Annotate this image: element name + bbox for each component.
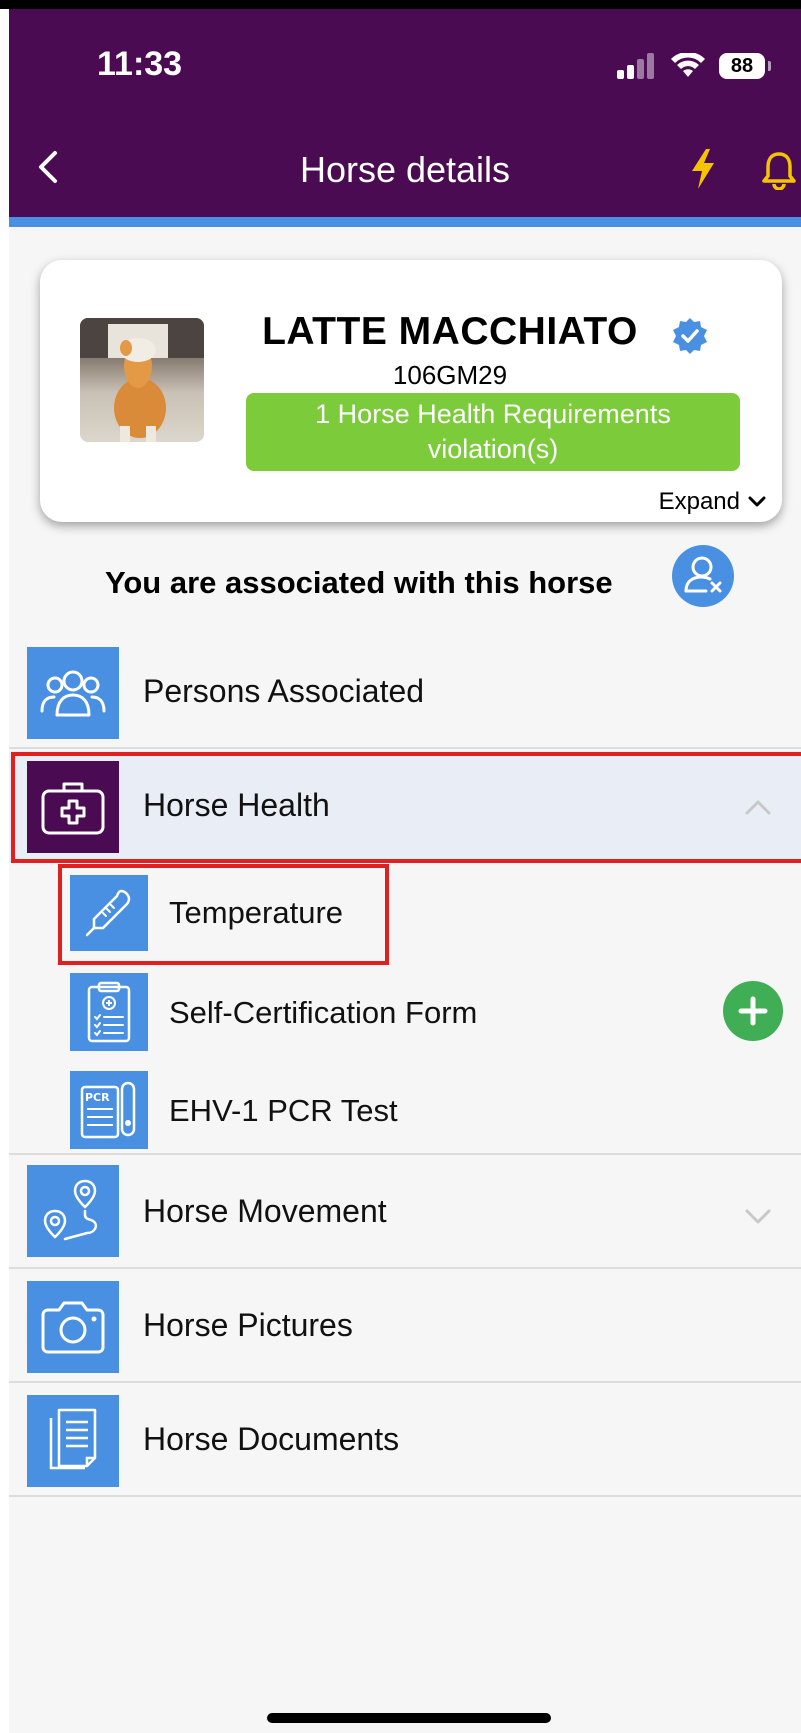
home-indicator bbox=[267, 1713, 551, 1723]
pictures-label: Horse Pictures bbox=[143, 1307, 353, 1343]
expand-label: Expand bbox=[658, 488, 740, 515]
remove-association-button[interactable] bbox=[672, 545, 734, 607]
association-text: You are associated with this horse bbox=[105, 565, 613, 600]
screen: 11:33 88 Horse details LATTE MACCHIATO 1… bbox=[9, 9, 801, 1733]
user-remove-icon bbox=[684, 556, 722, 593]
documents-icon bbox=[49, 1408, 97, 1470]
route-pin-icon bbox=[43, 1179, 98, 1241]
health-label: Horse Health bbox=[143, 787, 330, 823]
chevron-up-icon[interactable] bbox=[744, 797, 772, 817]
self-cert-icon-box bbox=[70, 973, 148, 1051]
health-violation-badge[interactable]: 1 Horse Health Requirements violation(s) bbox=[246, 393, 740, 471]
health-icon-box bbox=[27, 761, 119, 853]
horse-photo[interactable] bbox=[80, 318, 204, 442]
horse-name: LATTE MACCHIATO bbox=[262, 310, 638, 353]
persons-icon-box bbox=[27, 647, 119, 739]
top-border bbox=[0, 0, 801, 9]
quick-actions-button[interactable] bbox=[689, 149, 719, 189]
menu-item-persons-associated[interactable]: Persons Associated bbox=[9, 637, 801, 753]
bell-icon bbox=[762, 152, 796, 191]
battery-indicator: 88 bbox=[719, 53, 771, 79]
verified-badge-icon bbox=[673, 318, 707, 354]
submenu-item-temperature[interactable]: Temperature bbox=[9, 867, 801, 959]
temperature-label: Temperature bbox=[169, 895, 344, 930]
menu-item-horse-documents[interactable]: Horse Documents bbox=[9, 1385, 801, 1497]
violation-text: 1 Horse Health Requirements violation(s) bbox=[315, 399, 671, 464]
status-icons: 88 bbox=[617, 49, 771, 83]
thermometer-icon bbox=[85, 889, 131, 937]
wifi-icon bbox=[671, 53, 705, 77]
medical-kit-icon bbox=[41, 782, 105, 835]
self-cert-label: Self-Certification Form bbox=[169, 995, 478, 1030]
chevron-down-icon bbox=[748, 496, 766, 507]
expand-button[interactable]: Expand bbox=[659, 488, 768, 516]
persons-label: Persons Associated bbox=[143, 673, 425, 709]
pictures-icon-box bbox=[27, 1281, 119, 1373]
divider bbox=[9, 1267, 801, 1269]
horse-toy-image bbox=[80, 318, 204, 442]
documents-icon-box bbox=[27, 1395, 119, 1487]
divider bbox=[9, 1381, 801, 1383]
plus-icon bbox=[738, 996, 768, 1026]
pcr-test-icon: PCR bbox=[80, 1081, 136, 1139]
page-title: Horse details bbox=[299, 149, 511, 190]
menu-item-horse-pictures[interactable]: Horse Pictures bbox=[9, 1271, 801, 1383]
documents-label: Horse Documents bbox=[143, 1421, 400, 1457]
movement-icon-box bbox=[27, 1165, 119, 1257]
pcr-icon-box: PCR bbox=[70, 1071, 148, 1149]
movement-label: Horse Movement bbox=[143, 1193, 387, 1229]
add-self-certification-button[interactable] bbox=[723, 981, 783, 1041]
cellular-signal-icon bbox=[617, 53, 654, 79]
submenu-item-self-certification[interactable]: Self-Certification Form bbox=[9, 965, 801, 1057]
people-group-icon bbox=[40, 670, 106, 717]
submenu-item-ehv1-pcr-test[interactable]: PCR EHV-1 PCR Test bbox=[9, 1063, 801, 1155]
divider bbox=[9, 747, 801, 749]
temperature-icon-box bbox=[70, 875, 148, 951]
clipboard-checklist-icon bbox=[87, 981, 131, 1043]
horse-summary-card: LATTE MACCHIATO 106GM29 1 Horse Health R… bbox=[40, 260, 782, 522]
app-header: 11:33 88 Horse details bbox=[9, 9, 801, 227]
lightning-icon bbox=[692, 149, 714, 189]
menu-item-horse-movement[interactable]: Horse Movement bbox=[9, 1155, 801, 1271]
header-accent-bar bbox=[9, 217, 801, 227]
camera-icon bbox=[41, 1301, 105, 1354]
svg-text:PCR: PCR bbox=[85, 1091, 110, 1104]
horse-id: 106GM29 bbox=[392, 360, 508, 390]
pcr-label: EHV-1 PCR Test bbox=[169, 1093, 398, 1128]
chevron-down-icon[interactable] bbox=[744, 1207, 772, 1227]
divider bbox=[9, 1495, 801, 1497]
menu-item-horse-health[interactable]: Horse Health bbox=[9, 751, 801, 863]
notifications-button[interactable] bbox=[761, 150, 797, 191]
status-time: 11:33 bbox=[97, 45, 183, 83]
